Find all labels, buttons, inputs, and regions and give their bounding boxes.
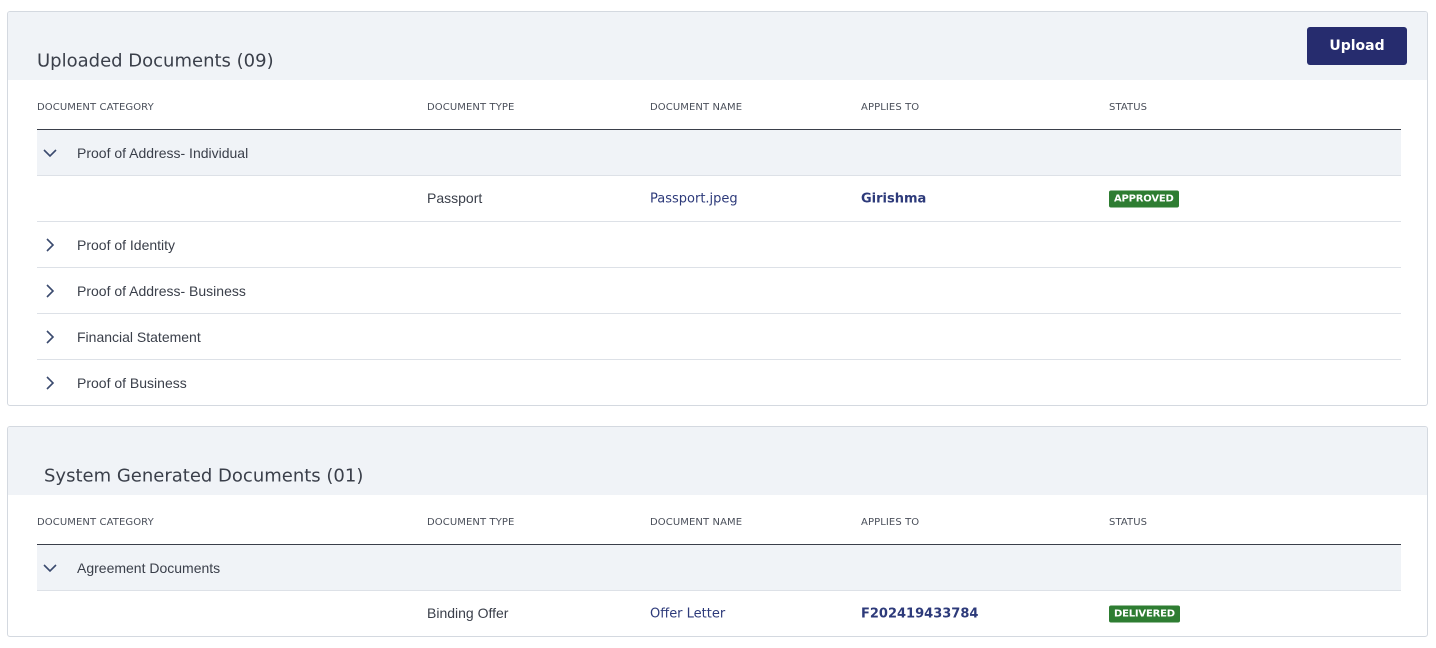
category-group-proof-of-address-individual[interactable]: Proof of Address- Individual — [37, 130, 1401, 176]
panel-header: Uploaded Documents (09) Upload — [8, 12, 1427, 80]
document-name-link[interactable]: Passport.jpeg — [650, 191, 738, 206]
status-badge: DELIVERED — [1109, 605, 1180, 622]
category-label: Proof of Address- Business — [77, 282, 246, 299]
document-type: Binding Offer — [427, 604, 509, 621]
category-label: Financial Statement — [77, 328, 201, 345]
table-row: Binding Offer Offer Letter F202419433784… — [37, 591, 1401, 636]
panel-title: Uploaded Documents (09) — [37, 50, 274, 72]
applies-to-link[interactable]: F202419433784 — [861, 606, 978, 621]
document-type: Passport — [427, 189, 483, 206]
chevron-down-icon[interactable] — [43, 561, 57, 575]
panel-title: System Generated Documents (01) — [44, 465, 364, 487]
column-header-name: DOCUMENT NAME — [650, 102, 743, 113]
status-badge: APPROVED — [1109, 190, 1179, 207]
category-group-proof-of-business[interactable]: Proof of Business — [37, 360, 1401, 405]
chevron-right-icon[interactable] — [43, 283, 57, 298]
table-header: DOCUMENT CATEGORY DOCUMENT TYPE DOCUMENT… — [37, 495, 1401, 545]
column-header-category: DOCUMENT CATEGORY — [37, 102, 154, 113]
column-header-name: DOCUMENT NAME — [650, 517, 743, 528]
chevron-right-icon[interactable] — [43, 375, 57, 390]
applies-to-link[interactable]: Girishma — [861, 191, 926, 206]
category-label: Proof of Business — [77, 374, 187, 391]
chevron-down-icon[interactable] — [43, 146, 57, 160]
category-label: Proof of Address- Individual — [77, 144, 249, 161]
upload-button[interactable]: Upload — [1307, 27, 1407, 65]
column-header-type: DOCUMENT TYPE — [427, 102, 515, 113]
column-header-applies-to: APPLIES TO — [861, 517, 920, 528]
panel-header: System Generated Documents (01) — [8, 427, 1427, 495]
column-header-applies-to: APPLIES TO — [861, 102, 920, 113]
category-group-proof-of-identity[interactable]: Proof of Identity — [37, 222, 1401, 268]
category-label: Proof of Identity — [77, 236, 176, 253]
category-group-proof-of-address-business[interactable]: Proof of Address- Business — [37, 268, 1401, 314]
uploaded-documents-table: DOCUMENT CATEGORY DOCUMENT TYPE DOCUMENT… — [37, 80, 1401, 405]
category-label: Agreement Documents — [77, 559, 221, 576]
system-documents-table: DOCUMENT CATEGORY DOCUMENT TYPE DOCUMENT… — [37, 495, 1401, 636]
chevron-right-icon[interactable] — [43, 329, 57, 344]
chevron-right-icon[interactable] — [43, 237, 57, 252]
document-name-link[interactable]: Offer Letter — [650, 606, 725, 621]
table-header: DOCUMENT CATEGORY DOCUMENT TYPE DOCUMENT… — [37, 80, 1401, 130]
table-row: Passport Passport.jpeg Girishma APPROVED — [37, 176, 1401, 222]
system-generated-documents-panel: System Generated Documents (01) DOCUMENT… — [7, 426, 1428, 637]
column-header-status: STATUS — [1109, 517, 1148, 528]
uploaded-documents-panel: Uploaded Documents (09) Upload DOCUMENT … — [7, 11, 1428, 406]
category-group-financial-statement[interactable]: Financial Statement — [37, 314, 1401, 360]
column-header-type: DOCUMENT TYPE — [427, 517, 515, 528]
column-header-status: STATUS — [1109, 102, 1148, 113]
category-group-agreement-documents[interactable]: Agreement Documents — [37, 545, 1401, 591]
column-header-category: DOCUMENT CATEGORY — [37, 517, 154, 528]
